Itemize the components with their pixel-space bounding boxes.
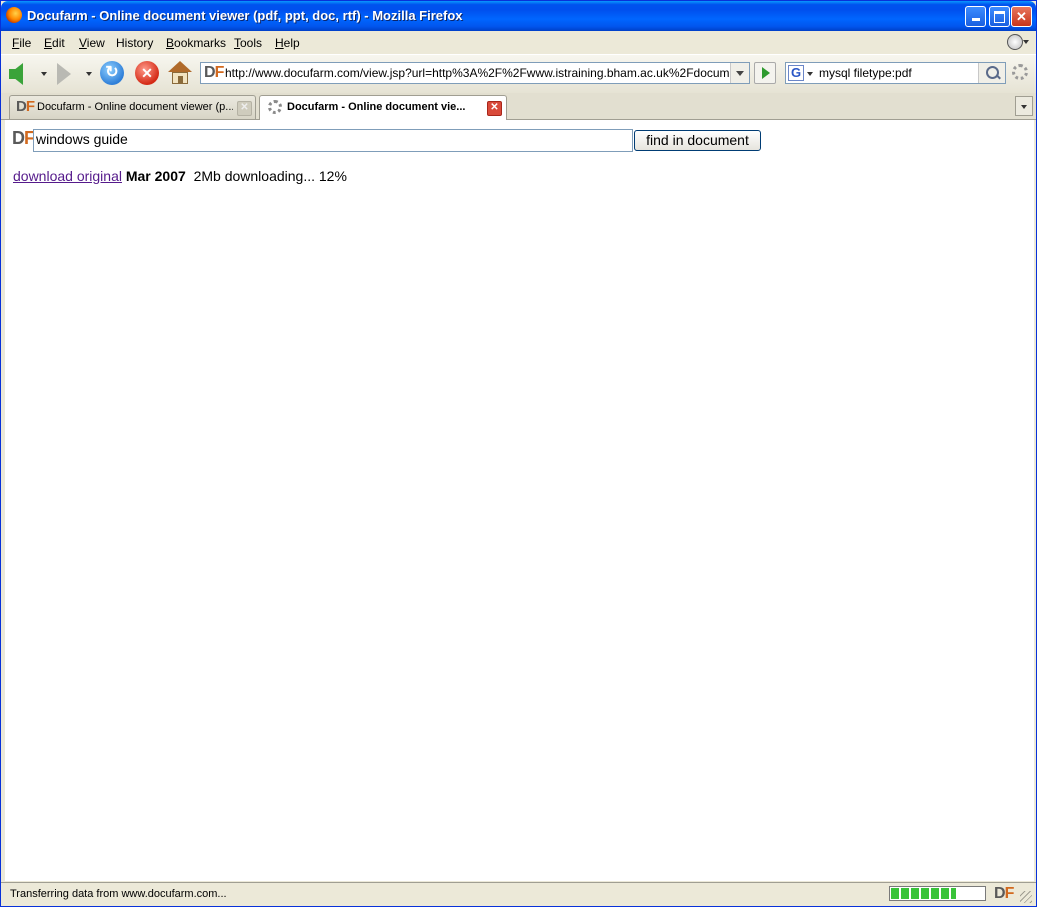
menu-help[interactable]: Help bbox=[275, 36, 300, 50]
home-button[interactable] bbox=[168, 61, 192, 85]
menu-tools[interactable]: Tools bbox=[234, 36, 262, 50]
search-bar[interactable]: G mysql filetype:pdf bbox=[785, 62, 1006, 84]
maximize-icon bbox=[994, 11, 1005, 23]
tab-docufarm-1[interactable]: DF Docufarm - Online document viewer (p.… bbox=[9, 95, 256, 119]
google-engine-icon[interactable]: G bbox=[788, 65, 804, 81]
document-info: download original Mar 2007 2Mb downloadi… bbox=[13, 168, 347, 184]
docufarm-status-icon[interactable]: DF bbox=[994, 885, 1014, 903]
maximize-button[interactable] bbox=[989, 6, 1010, 27]
resize-grip-icon[interactable] bbox=[1020, 891, 1032, 903]
page-content: DF windows guide find in document downlo… bbox=[5, 120, 1034, 881]
tab-favicon: DF bbox=[16, 98, 35, 115]
tab-label: Docufarm - Online document vie... bbox=[287, 101, 466, 113]
navigation-toolbar: ↻ ✕ DF http://www.docufarm.com/view.jsp?… bbox=[1, 54, 1036, 94]
menu-file[interactable]: File bbox=[12, 36, 31, 50]
engine-dropdown[interactable] bbox=[807, 72, 813, 76]
firefox-icon bbox=[6, 7, 22, 23]
tab-docufarm-2[interactable]: Docufarm - Online document vie... ✕ bbox=[259, 95, 507, 120]
activity-icon[interactable] bbox=[1007, 34, 1023, 50]
forward-history-dropdown[interactable] bbox=[86, 72, 92, 76]
status-bar: Transferring data from www.docufarm.com.… bbox=[1, 882, 1036, 906]
window-title: Docufarm - Online document viewer (pdf, … bbox=[27, 8, 463, 23]
minimize-icon bbox=[971, 18, 980, 21]
reload-button[interactable]: ↻ bbox=[100, 61, 124, 85]
url-history-dropdown[interactable] bbox=[730, 63, 749, 83]
title-bar: Docufarm - Online document viewer (pdf, … bbox=[1, 1, 1036, 31]
tab-close-icon[interactable]: ✕ bbox=[487, 101, 502, 116]
address-bar[interactable]: DF http://www.docufarm.com/view.jsp?url=… bbox=[200, 62, 750, 84]
back-button[interactable] bbox=[9, 63, 23, 85]
close-icon: ✕ bbox=[1016, 9, 1027, 24]
close-window-button[interactable]: ✕ bbox=[1011, 6, 1032, 27]
download-original-link[interactable]: download original bbox=[13, 168, 122, 184]
back-history-dropdown[interactable] bbox=[41, 72, 47, 76]
menu-edit[interactable]: Edit bbox=[44, 36, 65, 50]
find-in-document-button[interactable]: find in document bbox=[634, 130, 761, 151]
find-in-document-input[interactable]: windows guide bbox=[33, 129, 633, 152]
menu-bar: File Edit View History Bookmarks Tools H… bbox=[1, 31, 1036, 53]
tab-label: Docufarm - Online document viewer (p... bbox=[37, 101, 233, 113]
download-status: 2Mb downloading... 12% bbox=[193, 168, 347, 184]
menu-bookmarks[interactable]: Bookmarks bbox=[166, 36, 226, 50]
progress-fill bbox=[891, 888, 957, 899]
throbber-icon bbox=[1012, 64, 1028, 80]
docufarm-logo: DF bbox=[12, 128, 35, 148]
stop-button[interactable]: ✕ bbox=[135, 61, 159, 85]
browser-window: Docufarm - Online document viewer (pdf, … bbox=[0, 0, 1037, 907]
search-button[interactable] bbox=[978, 63, 1005, 83]
tab-close-icon[interactable]: ✕ bbox=[237, 101, 252, 116]
search-input[interactable]: mysql filetype:pdf bbox=[819, 66, 912, 80]
url-input[interactable]: http://www.docufarm.com/view.jsp?url=htt… bbox=[225, 66, 730, 80]
minimize-button[interactable] bbox=[965, 6, 986, 27]
menu-view[interactable]: View bbox=[79, 36, 105, 50]
home-icon bbox=[168, 61, 192, 72]
forward-button[interactable] bbox=[57, 63, 71, 85]
chevron-down-icon[interactable] bbox=[1023, 40, 1029, 44]
menu-history[interactable]: History bbox=[116, 36, 153, 50]
site-favicon: DF bbox=[204, 64, 224, 81]
status-text: Transferring data from www.docufarm.com.… bbox=[10, 888, 227, 900]
progress-bar bbox=[889, 886, 986, 901]
go-button[interactable] bbox=[754, 62, 776, 84]
document-date: Mar 2007 bbox=[125, 168, 186, 184]
tab-list-button[interactable] bbox=[1015, 96, 1033, 116]
loading-icon bbox=[268, 100, 282, 114]
tab-bar: DF Docufarm - Online document viewer (p.… bbox=[1, 93, 1036, 120]
